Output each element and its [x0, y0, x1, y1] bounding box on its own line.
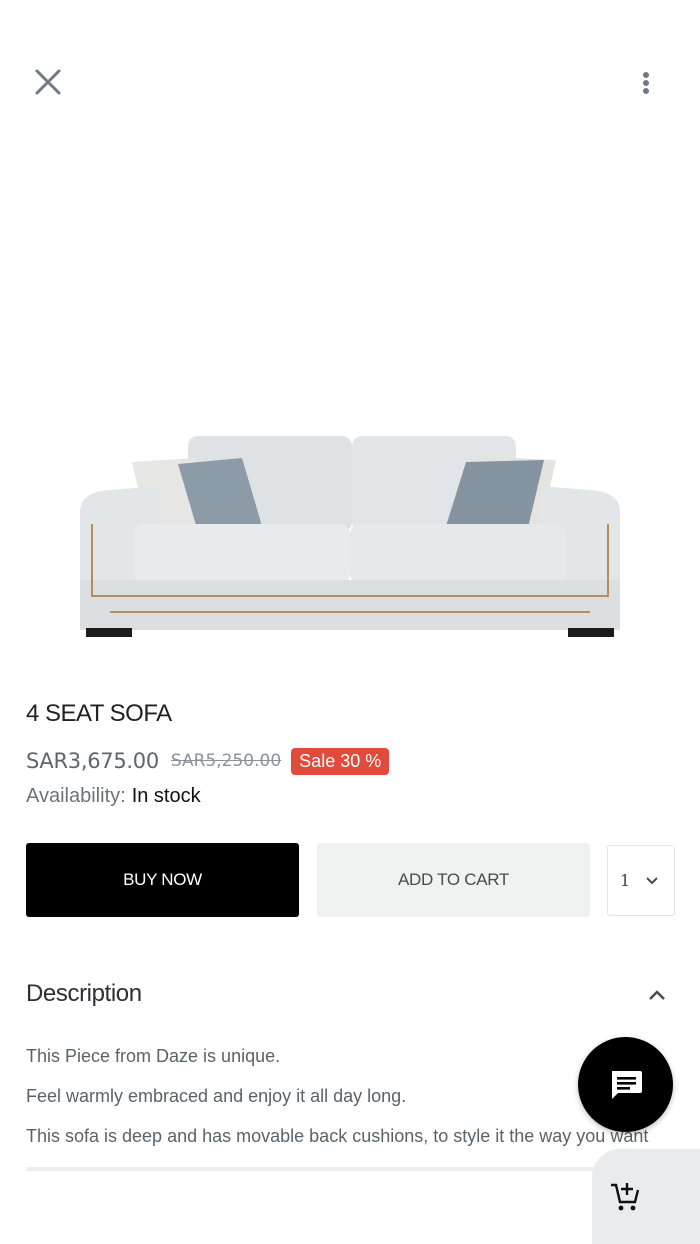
product-image: [70, 420, 630, 650]
buy-now-button[interactable]: BUY NOW: [26, 843, 299, 917]
add-shopping-cart-icon: [611, 1182, 640, 1210]
sofa-image: [80, 436, 620, 637]
availability-value: In stock: [131, 785, 201, 807]
sale-badge: Sale 30 %: [291, 747, 390, 775]
chat-icon: [611, 1070, 642, 1099]
description-toggle[interactable]: [645, 984, 669, 1008]
product-title: 4 SEAT SOFA: [26, 700, 172, 727]
divider: [26, 1167, 646, 1171]
description-line: This Piece from Daze is unique.: [26, 1046, 281, 1066]
chevron-down-icon: [646, 876, 658, 884]
description-line: Feel warmly embraced and enjoy it all da…: [26, 1086, 407, 1106]
top-bar: [0, 0, 700, 160]
availability-label: Availability:: [26, 785, 126, 807]
description-line: This sofa is deep and has movable back c…: [26, 1126, 649, 1146]
current-price: SAR3,675.00: [26, 749, 159, 773]
more-vertical-icon: [643, 72, 649, 94]
price-row: SAR3,675.00 SAR5,250.00 Sale 30 %: [26, 746, 390, 776]
close-button[interactable]: [30, 64, 66, 100]
cart-shortcut-button[interactable]: [592, 1149, 700, 1244]
add-to-cart-button[interactable]: ADD TO CART: [317, 843, 590, 917]
close-icon: [35, 69, 61, 95]
chat-button[interactable]: [578, 1037, 673, 1132]
description-heading: Description: [26, 980, 142, 1007]
availability: Availability: In stock: [26, 785, 201, 808]
chevron-up-icon: [649, 990, 665, 1000]
quantity-select[interactable]: 1: [607, 845, 675, 916]
original-price: SAR5,250.00: [170, 751, 282, 771]
quantity-value: 1: [620, 871, 631, 890]
more-options-button[interactable]: [630, 64, 662, 100]
